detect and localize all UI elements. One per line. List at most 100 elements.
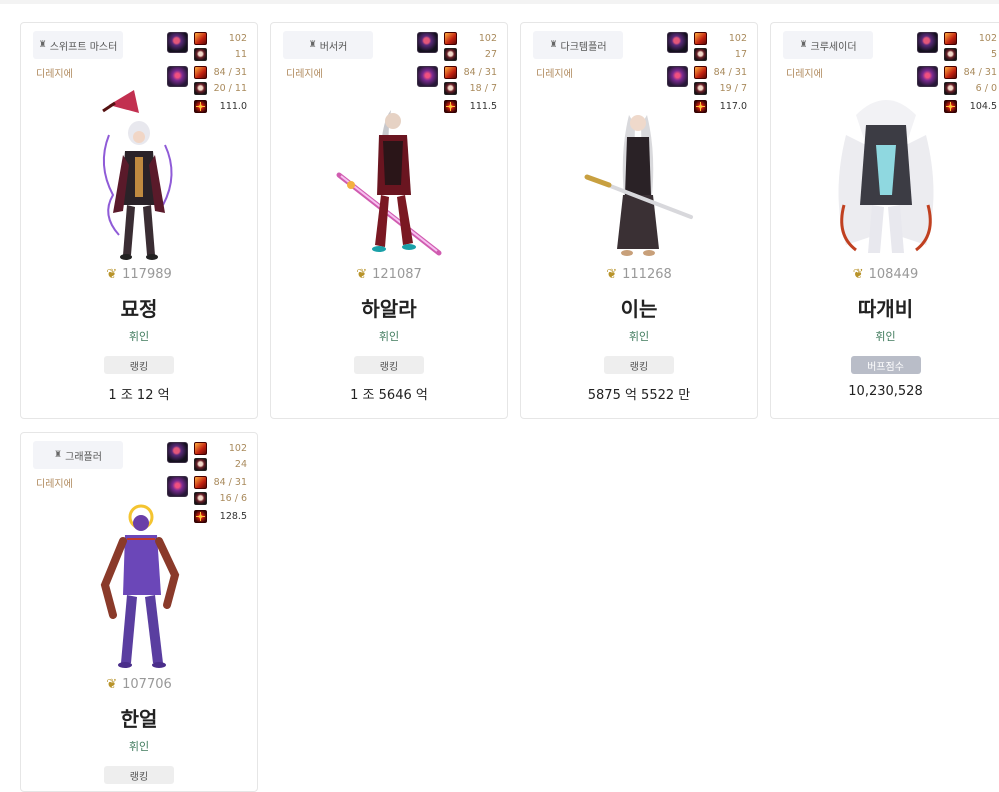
- character-portrait: [838, 100, 933, 253]
- adventure-name: 휘인: [128, 330, 150, 343]
- equip-value: 111.0: [219, 101, 247, 112]
- equip-value: 5: [990, 49, 997, 60]
- equip-value: 16 / 6: [219, 493, 247, 504]
- title-icon: [194, 66, 207, 79]
- fame-row: ❦ 117989: [21, 267, 257, 282]
- weapon-icon: [417, 32, 438, 53]
- creature-icon: [667, 66, 688, 87]
- character-card[interactable]: ♜ 스위프트 마스터 디레지에 102 11 84 / 31 20 / 11 1…: [20, 22, 258, 419]
- equip-value: 11: [234, 49, 247, 60]
- top-divider: [0, 0, 999, 4]
- role-label: 디레지에: [36, 69, 73, 80]
- adventure-name: 휘인: [628, 330, 650, 343]
- character-name[interactable]: 하알라: [271, 293, 507, 322]
- character-card[interactable]: ♜ 버서커 디레지에 102 27 84 / 31 18 / 7 111.5 ❦…: [270, 22, 508, 419]
- ranking-badge: 랭킹: [604, 356, 674, 374]
- character-portrait: [584, 115, 693, 256]
- job-label: 버서커: [319, 41, 348, 53]
- adventure-name: 휘인: [128, 740, 150, 753]
- weapon-icon: [167, 442, 188, 463]
- title-icon: [444, 32, 457, 45]
- character-portrait: [102, 90, 173, 260]
- equip-value: 104.5: [969, 101, 997, 112]
- weapon-icon: [667, 32, 688, 53]
- equip-value: 102: [228, 443, 247, 454]
- character-name[interactable]: 한얼: [21, 703, 257, 732]
- fame-row: ❦ 108449: [771, 267, 999, 282]
- equip-value: 84 / 31: [213, 477, 247, 488]
- fame-value: 108449: [868, 267, 919, 282]
- equip-value: 24: [234, 459, 247, 470]
- creature-icon: [167, 66, 188, 87]
- equip-value: 84 / 31: [713, 67, 747, 78]
- character-card[interactable]: ♜ 그래플러 디레지에 102 24 84 / 31 16 / 6 128.5 …: [20, 432, 258, 792]
- job-badge: ♜ 다크템플러: [533, 31, 623, 59]
- role-label: 디레지에: [36, 479, 73, 490]
- role-label: 디레지에: [536, 69, 573, 80]
- equip-value: 18 / 7: [469, 83, 497, 94]
- laurel-medal-icon: ❦: [606, 267, 618, 282]
- laurel-medal-icon: ❦: [356, 267, 368, 282]
- job-label: 크루세이더: [810, 41, 857, 53]
- job-badge: ♜ 그래플러: [33, 441, 123, 469]
- role-label: 디레지에: [286, 69, 323, 80]
- avatar-icon: [194, 48, 207, 61]
- avatar-icon: [944, 48, 957, 61]
- fame-row: ❦ 107706: [21, 677, 257, 692]
- laurel-medal-icon: ❦: [106, 677, 118, 692]
- tower-icon: ♜: [54, 450, 63, 460]
- role-label: 디레지에: [786, 69, 823, 80]
- character-name[interactable]: 따개비: [771, 293, 999, 322]
- laurel-medal-icon: ❦: [106, 267, 118, 282]
- character-card[interactable]: ♜ 크루세이더 디레지에 102 5 84 / 31 6 / 0 104.5 ❦…: [770, 22, 999, 419]
- buff-score: 10,230,528: [848, 384, 923, 399]
- equip-value: 84 / 31: [463, 67, 497, 78]
- equip-value: 128.5: [219, 511, 247, 522]
- tower-icon: ♜: [799, 40, 808, 50]
- equip-value: 6 / 0: [975, 83, 997, 94]
- fame-value: 117989: [122, 267, 172, 282]
- job-badge: ♜ 버서커: [283, 31, 373, 59]
- fame-value: 111268: [622, 267, 672, 282]
- title-icon: [194, 476, 207, 489]
- tower-icon: ♜: [549, 40, 558, 50]
- job-label: 다크템플러: [560, 41, 607, 53]
- title-icon: [694, 32, 707, 45]
- adventure-name: 휘인: [378, 330, 400, 343]
- title-icon: [944, 32, 957, 45]
- weapon-icon: [167, 32, 188, 53]
- fame-row: ❦ 121087: [271, 267, 507, 282]
- creature-icon: [167, 476, 188, 497]
- avatar-icon: [194, 458, 207, 471]
- damage-score: 1 조 12 억: [108, 388, 170, 403]
- equip-value: 20 / 11: [213, 83, 247, 94]
- adventure-name: 휘인: [875, 330, 896, 343]
- character-name[interactable]: 이는: [521, 293, 757, 322]
- character-name[interactable]: 묘정: [21, 293, 257, 322]
- title-icon: [194, 32, 207, 45]
- equip-value: 17: [734, 49, 747, 60]
- ranking-badge: 랭킹: [354, 356, 424, 374]
- title-icon: [694, 66, 707, 79]
- damage-score: 5875 억 5522 만: [587, 388, 691, 403]
- equip-value: 84 / 31: [213, 67, 247, 78]
- equip-value: 102: [478, 33, 497, 44]
- job-badge: ♜ 크루세이더: [783, 31, 873, 59]
- fame-value: 107706: [122, 677, 172, 692]
- creature-icon: [417, 66, 438, 87]
- buff-score-badge: 버프점수: [850, 356, 921, 374]
- job-label: 스위프트 마스터: [49, 41, 118, 53]
- equip-value: 102: [228, 33, 247, 44]
- equip-value: 27: [484, 49, 497, 60]
- equip-value: 102: [978, 33, 997, 44]
- tower-icon: ♜: [308, 40, 317, 50]
- laurel-medal-icon: ❦: [852, 267, 864, 282]
- fame-row: ❦ 111268: [521, 267, 757, 282]
- title-icon: [194, 442, 207, 455]
- title-icon: [944, 66, 957, 79]
- weapon-icon: [917, 32, 938, 53]
- character-card[interactable]: ♜ 다크템플러 디레지에 102 17 84 / 31 19 / 7 117.0…: [520, 22, 758, 419]
- avatar-icon: [444, 48, 457, 61]
- damage-score: 1 조 5646 억: [350, 388, 428, 403]
- tower-icon: ♜: [38, 40, 47, 50]
